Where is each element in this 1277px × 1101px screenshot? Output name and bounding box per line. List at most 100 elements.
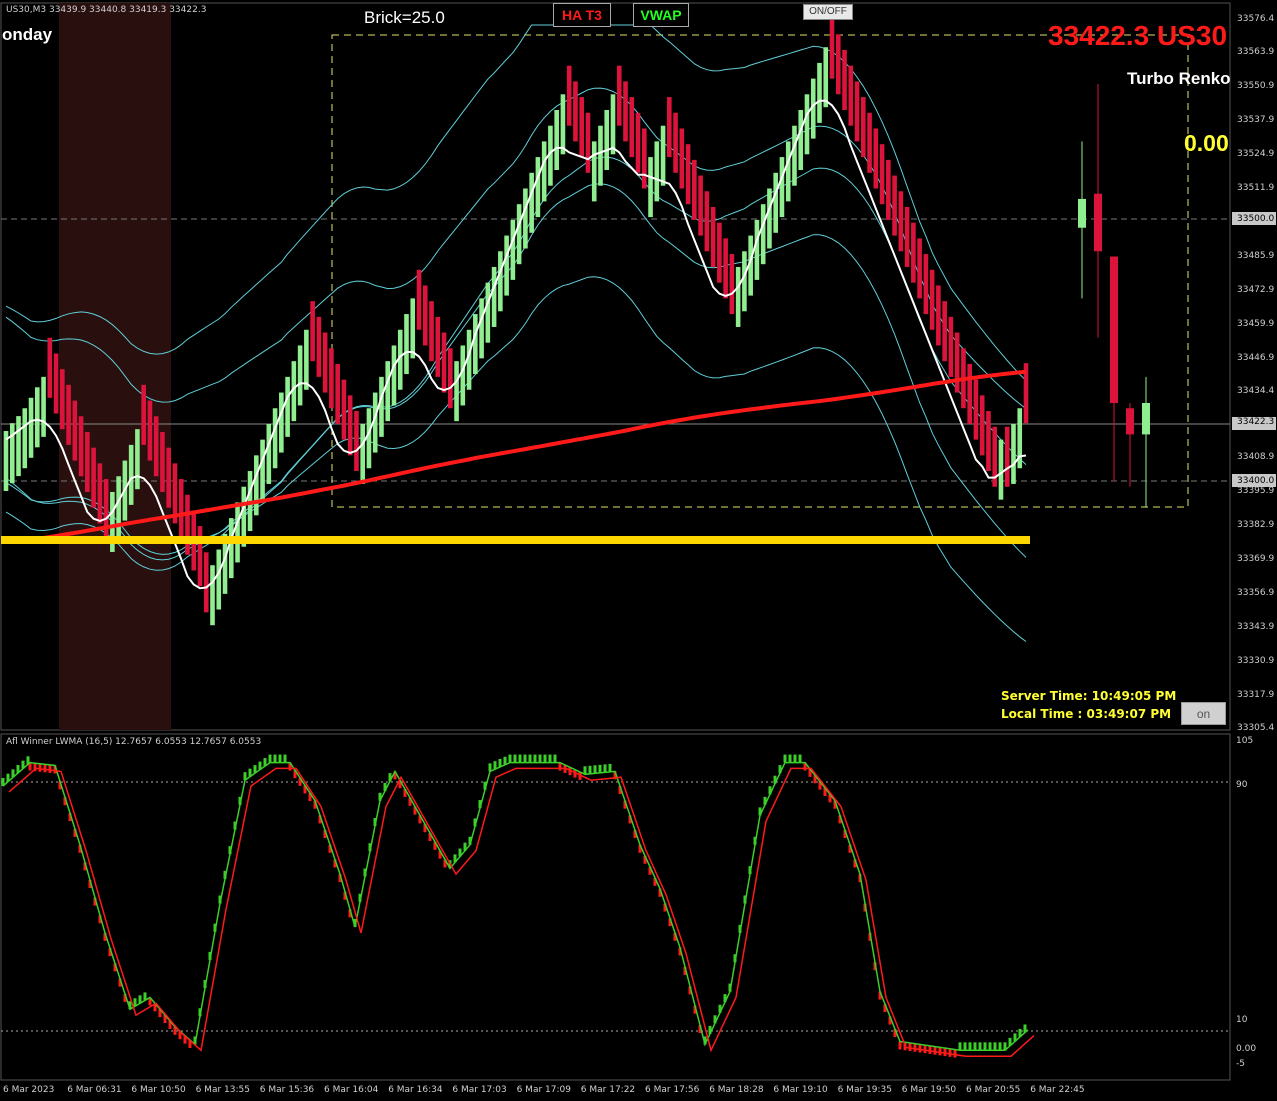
bull-brick	[216, 549, 222, 610]
time-axis-label: 6 Mar 15:36	[259, 1085, 315, 1095]
time-axis-label: 6 Mar 19:35	[837, 1085, 892, 1095]
bear-brick	[316, 316, 322, 377]
bull-brick	[610, 94, 616, 155]
bull-brick	[735, 266, 741, 327]
bull-brick	[785, 141, 791, 202]
bear-brick	[103, 479, 109, 540]
local-time: Local Time : 03:49:07 PM	[1001, 707, 1172, 721]
time-axis-label: 6 Mar 2023	[3, 1085, 55, 1095]
bear-brick	[704, 191, 710, 252]
bull-brick	[535, 157, 541, 218]
bear-brick	[873, 128, 879, 189]
bull-brick	[598, 125, 603, 186]
vwap-button[interactable]: VWAP	[633, 3, 689, 27]
bear-brick	[53, 353, 59, 414]
server-time: Server Time: 10:49:05 PM	[1001, 689, 1177, 703]
chart-canvas[interactable]	[0, 0, 1277, 1101]
bear-brick	[929, 269, 935, 330]
bear-brick	[416, 269, 422, 330]
bear-brick	[579, 97, 585, 158]
bear-brick	[986, 411, 991, 472]
time-axis-label: 6 Mar 17:56	[645, 1085, 700, 1095]
bull-brick	[773, 172, 778, 233]
bull-brick	[504, 235, 509, 296]
bull-brick	[591, 141, 597, 202]
indicator-axis-label: -5	[1236, 1059, 1245, 1069]
bear-brick	[667, 97, 672, 158]
oscillator-line	[2, 761, 1029, 1052]
bull-brick	[34, 387, 40, 448]
bull-brick	[272, 408, 278, 469]
bear-brick	[886, 159, 891, 220]
bear-brick	[854, 81, 860, 142]
bear-brick	[861, 97, 866, 158]
price-axis-label: 33550.9	[1237, 80, 1275, 91]
bear-brick	[329, 348, 334, 409]
value-display: 0.00	[1184, 130, 1229, 156]
price-axis-label: 33422.3	[1237, 417, 1275, 428]
bear-brick	[954, 332, 960, 393]
htf-candles	[1078, 83, 1150, 508]
htf-body	[1110, 256, 1118, 404]
bear-brick	[566, 65, 572, 126]
bear-brick	[91, 447, 96, 508]
bull-brick	[767, 188, 772, 249]
time-axis-label: 6 Mar 19:50	[901, 1085, 957, 1095]
time-axis-label: 6 Mar 10:50	[131, 1085, 186, 1095]
bear-brick	[310, 301, 315, 362]
time-axis-label: 6 Mar 20:55	[966, 1085, 1021, 1095]
bull-brick	[41, 376, 46, 437]
bull-brick	[385, 361, 391, 422]
bear-brick	[923, 254, 929, 315]
bear-brick	[641, 128, 647, 189]
htf-body	[1142, 403, 1150, 435]
bear-brick	[679, 128, 685, 189]
bull-brick	[460, 345, 466, 406]
main-panel-frame	[0, 2, 1231, 731]
symbol-info: US30,M3 33439.9 33440.8 33419.3 33422.3	[6, 5, 207, 15]
bear-brick	[1004, 426, 1010, 487]
session-highlight	[59, 3, 171, 730]
bull-brick	[817, 62, 822, 123]
price-axis-label: 33485.9	[1237, 250, 1275, 261]
bear-brick	[153, 416, 159, 477]
ha-t3-button[interactable]: HA T3	[553, 3, 611, 27]
price-axis-label: 33459.9	[1237, 318, 1275, 329]
bull-brick	[135, 429, 140, 490]
price-axis-label: 33434.4	[1237, 385, 1275, 396]
bull-brick	[604, 109, 610, 170]
bear-brick	[673, 112, 678, 173]
bull-brick	[498, 251, 503, 312]
time-axis-label: 6 Mar 22:45	[1030, 1085, 1085, 1095]
bull-brick	[285, 376, 290, 437]
bear-brick	[879, 144, 885, 205]
price-axis-label: 33537.9	[1237, 114, 1275, 125]
bear-brick	[867, 112, 872, 173]
price-axis-label: 33395.9	[1237, 486, 1275, 497]
bear-brick	[979, 395, 985, 456]
bear-brick	[904, 206, 910, 267]
on-off-button[interactable]: ON/OFF	[803, 4, 853, 20]
price-axis-label: 33408.9	[1237, 452, 1275, 463]
price-axis-label: 33343.9	[1237, 622, 1275, 633]
bear-brick	[948, 316, 954, 377]
bear-brick	[829, 18, 835, 79]
time-axis-label: 6 Mar 13:55	[195, 1085, 250, 1095]
bull-brick	[1011, 423, 1016, 484]
bull-brick	[297, 345, 303, 406]
bear-brick	[911, 222, 916, 283]
bear-brick	[848, 65, 854, 126]
bear-brick	[441, 332, 447, 393]
bull-brick	[16, 416, 21, 477]
bull-brick	[28, 397, 34, 458]
bear-brick	[710, 206, 716, 267]
bear-brick	[147, 400, 153, 461]
bear-brick	[347, 395, 353, 456]
chart-type-label: Turbo Renko	[1127, 69, 1231, 88]
bear-brick	[629, 97, 635, 158]
on-button[interactable]: on	[1181, 702, 1226, 725]
bear-brick	[78, 416, 84, 477]
bear-brick	[623, 81, 628, 142]
bull-brick	[22, 408, 28, 469]
time-axis-label: 6 Mar 17:03	[452, 1085, 507, 1095]
